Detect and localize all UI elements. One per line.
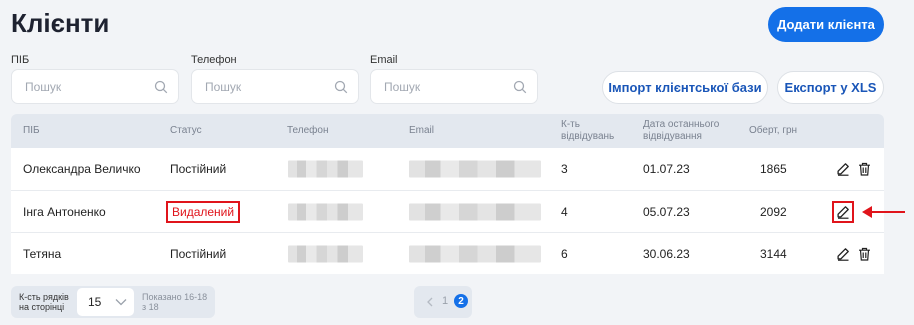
column-header-phone: Телефон [287, 125, 329, 136]
table-row[interactable]: Інга Антоненко Видалений 4 05.07.23 2092 [11, 190, 884, 232]
edit-button[interactable] [836, 247, 850, 261]
edit-icon [837, 247, 849, 261]
page-2-button[interactable]: 2 [454, 294, 468, 308]
trash-icon [858, 162, 870, 176]
client-name: Тетяна [23, 246, 62, 261]
add-client-button[interactable]: Додати клієнта [768, 7, 884, 42]
table-header: ПІБ Статус Телефон Email К-ть відвідуван… [11, 114, 884, 148]
phone-search-field[interactable] [191, 69, 359, 104]
email-redacted [409, 245, 541, 262]
email-redacted [409, 203, 541, 220]
rows-per-page-label: К-сть рядків на сторінці [19, 292, 69, 312]
export-xls-button[interactable]: Експорт у XLS [777, 71, 884, 104]
shown-range-line1: Показано 16-18 [142, 292, 208, 302]
rows-per-page-label-line2: на сторінці [19, 302, 65, 312]
client-status-highlighted: Видалений [165, 200, 241, 223]
column-header-status: Статус [170, 125, 202, 136]
client-status: Постійний [170, 246, 227, 261]
shown-range: Показано 16-18 з 18 [142, 292, 207, 312]
arrow-left-icon [862, 206, 905, 218]
email-redacted [409, 160, 541, 178]
email-search-field[interactable] [370, 69, 538, 104]
turnover: 2092 [760, 204, 787, 219]
column-header-visits: К-ть відвідувань [561, 119, 614, 143]
name-filter-label: ПІБ [11, 54, 30, 66]
phone-redacted [288, 203, 363, 220]
delete-button[interactable] [857, 162, 871, 176]
column-header-visits-line2: відвідувань [561, 131, 615, 142]
name-search-input[interactable] [25, 79, 154, 94]
delete-button[interactable] [857, 247, 871, 261]
visit-count: 3 [561, 162, 568, 176]
column-header-visits-line1: К-ть [561, 119, 580, 130]
phone-filter-label: Телефон [191, 54, 237, 66]
client-status: Постійний [170, 162, 227, 176]
email-filter-label: Email [370, 54, 398, 66]
search-icon [334, 80, 348, 93]
page-title: Клієнти [11, 8, 110, 38]
name-search-field[interactable] [11, 69, 179, 104]
last-visit-date: 05.07.23 [643, 204, 690, 219]
column-header-name: ПІБ [23, 125, 40, 136]
last-visit-date: 01.07.23 [643, 162, 690, 176]
column-header-email: Email [409, 125, 435, 136]
shown-range-line2: з 18 [142, 302, 159, 312]
column-header-last-visit-line1: Дата останнього [643, 119, 720, 130]
column-header-last-visit-line2: відвідування [643, 131, 702, 142]
client-name: Інга Антоненко [23, 204, 106, 219]
phone-search-input[interactable] [205, 79, 334, 94]
edit-button[interactable] [836, 162, 850, 176]
chevron-left-icon[interactable] [427, 297, 433, 307]
rows-per-page-value: 15 [88, 295, 102, 309]
email-search-input[interactable] [384, 79, 513, 94]
search-icon [154, 80, 168, 93]
phone-redacted [288, 245, 363, 262]
rows-per-page-panel: К-сть рядків на сторінці 15 Показано 16-… [11, 286, 215, 318]
pagination: 1 2 [414, 286, 472, 318]
column-header-last-visit: Дата останнього відвідування [643, 119, 719, 143]
edit-button-highlighted[interactable] [832, 200, 854, 223]
chevron-down-icon [115, 299, 127, 306]
visit-count: 4 [561, 204, 568, 219]
table-row[interactable]: Олександра Величко Постійний 3 01.07.23 … [11, 148, 884, 190]
table-row[interactable]: Тетяна Постійний 6 30.06.23 3144 [11, 232, 884, 274]
import-clients-button[interactable]: Імпорт клієнтської бази [602, 71, 768, 104]
rows-per-page-select[interactable]: 15 [77, 288, 134, 316]
search-icon [513, 80, 527, 93]
page-1-button[interactable]: 1 [442, 295, 448, 307]
trash-icon [858, 247, 870, 261]
client-name: Олександра Величко [23, 162, 141, 176]
last-visit-date: 30.06.23 [643, 246, 690, 261]
turnover: 3144 [760, 246, 787, 261]
column-header-turnover: Оберт, грн [749, 125, 798, 136]
rows-per-page-label-line1: К-сть рядків [19, 292, 69, 302]
turnover: 1865 [760, 162, 787, 176]
edit-icon [837, 163, 849, 176]
edit-icon [837, 205, 849, 219]
visit-count: 6 [561, 246, 568, 261]
phone-redacted [288, 160, 363, 178]
